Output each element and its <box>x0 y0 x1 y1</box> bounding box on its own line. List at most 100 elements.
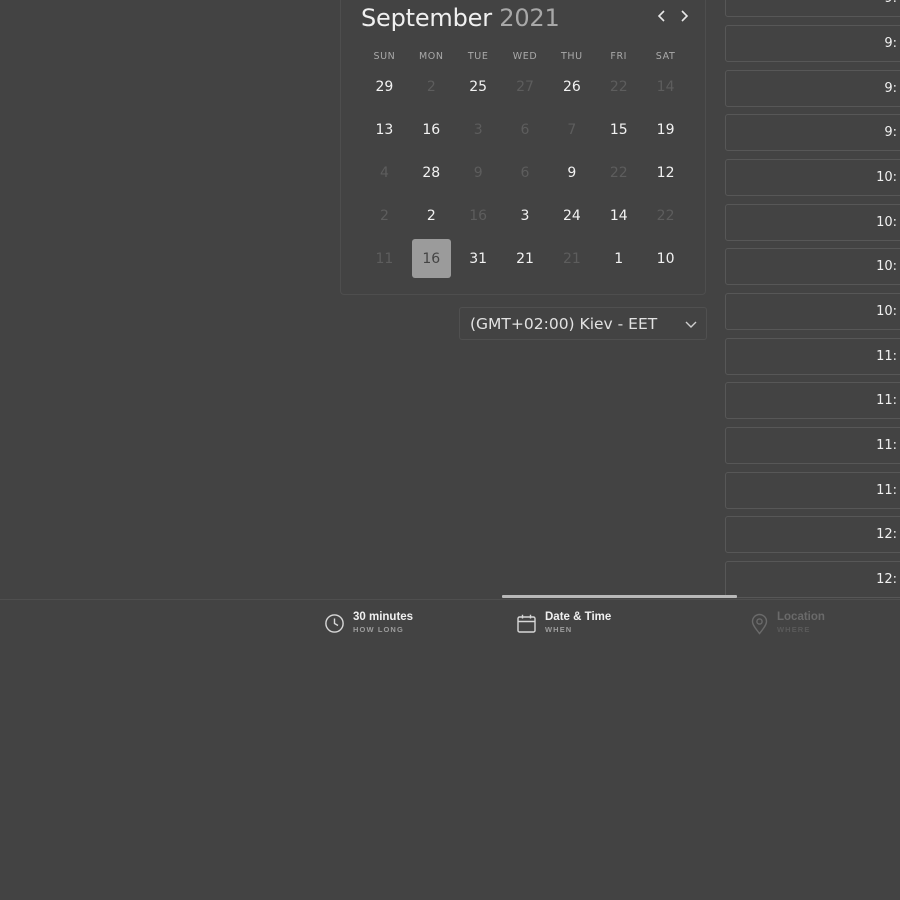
calendar-day[interactable]: 21 <box>502 237 549 280</box>
time-slot-button[interactable]: 10: <box>725 248 900 285</box>
time-slot-button[interactable]: 12: <box>725 516 900 553</box>
calendar-day-number: 9 <box>567 164 577 181</box>
calendar-day-number: 12 <box>656 164 675 181</box>
calendar-day: 6 <box>502 151 549 194</box>
calendar-day-number: 10 <box>656 250 675 267</box>
calendar-day-selected[interactable]: 16 <box>408 237 455 280</box>
calendar-day[interactable]: 14 <box>595 194 642 237</box>
calendar-day: 11 <box>361 237 408 280</box>
calendar-week-row: 11 16 31 21 21 1 10 <box>361 237 689 280</box>
calendar-week-row: 2 2 16 3 24 14 22 <box>361 194 689 237</box>
time-slot-button[interactable]: 11: <box>725 472 900 509</box>
weekday-label: THU <box>561 51 583 62</box>
calendar-day[interactable]: 16 <box>408 108 455 151</box>
calendar-day: 4 <box>361 151 408 194</box>
weekday-label: WED <box>512 51 538 62</box>
calendar-day[interactable]: 24 <box>548 194 595 237</box>
step-label: Location <box>777 611 825 623</box>
step-label: Date & Time <box>545 611 612 623</box>
calendar-day: 2 <box>408 65 455 108</box>
prev-month-button[interactable] <box>653 7 671 25</box>
calendar-day[interactable]: 13 <box>361 108 408 151</box>
timezone-select[interactable]: (GMT+02:00) Kiev - EET <box>459 307 707 340</box>
calendar-day-number: 1 <box>614 250 624 267</box>
time-slot-button[interactable]: 11: <box>725 427 900 464</box>
time-slot-button[interactable]: 11: <box>725 382 900 419</box>
chevron-left-icon <box>657 10 665 22</box>
time-slot-button[interactable]: 9: <box>725 25 900 62</box>
calendar-day: 21 <box>548 237 595 280</box>
location-pin-icon <box>751 613 768 635</box>
calendar-day: 16 <box>455 194 502 237</box>
calendar-day: 27 <box>502 65 549 108</box>
calendar-week-row: 13 16 3 6 7 15 19 <box>361 108 689 151</box>
time-slot-button[interactable]: 9: <box>725 70 900 107</box>
calendar-day[interactable]: 12 <box>642 151 689 194</box>
calendar-day[interactable]: 15 <box>595 108 642 151</box>
calendar-day-number: 6 <box>520 121 530 138</box>
step-duration[interactable]: 30 minutes HOW LONG <box>324 610 413 634</box>
calendar-day: 9 <box>455 151 502 194</box>
step-date-time[interactable]: Date & Time WHEN <box>516 610 611 634</box>
calendar-day-number: 28 <box>422 164 441 181</box>
step-label: 30 minutes <box>353 611 414 623</box>
steps-divider <box>0 599 900 600</box>
step-location[interactable]: Location WHERE <box>750 610 825 635</box>
calendar-day[interactable]: 29 <box>361 65 408 108</box>
calendar-day-number: 26 <box>562 78 581 95</box>
calendar-day-number: 21 <box>516 250 534 267</box>
calendar-day-number: 15 <box>609 121 628 138</box>
calendar-day[interactable]: 31 <box>455 237 502 280</box>
chevron-down-icon <box>685 321 697 328</box>
time-slot-button[interactable]: 10: <box>725 293 900 330</box>
next-month-button[interactable] <box>675 7 693 25</box>
clock-icon <box>325 614 344 633</box>
time-slot-button[interactable]: 9: <box>725 114 900 151</box>
calendar-day[interactable]: 19 <box>642 108 689 151</box>
weekday-label: TUE <box>467 51 489 62</box>
time-slot-button[interactable]: 12: <box>725 561 900 598</box>
calendar-day-number: 4 <box>379 164 389 181</box>
calendar-day-number: 16 <box>422 250 441 267</box>
calendar-day-number: 29 <box>375 78 394 95</box>
calendar-day-number: 22 <box>609 164 628 181</box>
calendar-day-number: 2 <box>379 207 389 224</box>
active-step-indicator <box>502 595 737 598</box>
time-slot-button[interactable]: 10: <box>725 159 900 196</box>
calendar-day[interactable]: 10 <box>642 237 689 280</box>
weekday-label: MON <box>418 51 444 62</box>
time-slot-button[interactable]: 11: <box>725 338 900 375</box>
calendar-day-number: 14 <box>609 207 628 224</box>
calendar-day[interactable]: 26 <box>548 65 595 108</box>
calendar-day-number: 11 <box>375 250 394 267</box>
calendar-day-number: 24 <box>562 207 581 224</box>
time-slot-button[interactable]: 10: <box>725 204 900 241</box>
calendar-day-number: 19 <box>656 121 675 138</box>
calendar-day[interactable]: 28 <box>408 151 455 194</box>
calendar-day[interactable]: 9 <box>548 151 595 194</box>
calendar-day-number: 3 <box>520 207 530 224</box>
calendar-day-number: 22 <box>609 78 628 95</box>
calendar-grid: 29 2 25 27 26 22 14 13 16 3 6 7 15 19 4 28 9 6 9 22 12 2 2 16 3 2… <box>361 65 689 280</box>
calendar-day-number: 3 <box>473 121 483 138</box>
calendar-day-number: 2 <box>426 207 436 224</box>
calendar-day: 6 <box>502 108 549 151</box>
calendar-day-number: 25 <box>469 78 488 95</box>
calendar-day-number: 22 <box>656 207 675 224</box>
step-sublabel: WHERE <box>777 625 811 634</box>
calendar-day-number: 6 <box>520 164 530 181</box>
calendar-day-number: 21 <box>562 250 581 267</box>
calendar-day-number: 27 <box>516 78 534 95</box>
calendar-day[interactable]: 2 <box>408 194 455 237</box>
chevron-right-icon <box>681 10 689 22</box>
calendar-day[interactable]: 25 <box>455 65 502 108</box>
calendar-day-number: 2 <box>426 78 436 95</box>
calendar-day[interactable]: 1 <box>595 237 642 280</box>
step-sublabel: WHEN <box>545 625 573 634</box>
time-slot-button[interactable]: 9: <box>725 0 900 17</box>
calendar-day: 14 <box>642 65 689 108</box>
calendar-day-number: 14 <box>656 78 675 95</box>
calendar-day[interactable]: 3 <box>502 194 549 237</box>
calendar-day: 2 <box>361 194 408 237</box>
calendar-day-number: 16 <box>422 121 441 138</box>
